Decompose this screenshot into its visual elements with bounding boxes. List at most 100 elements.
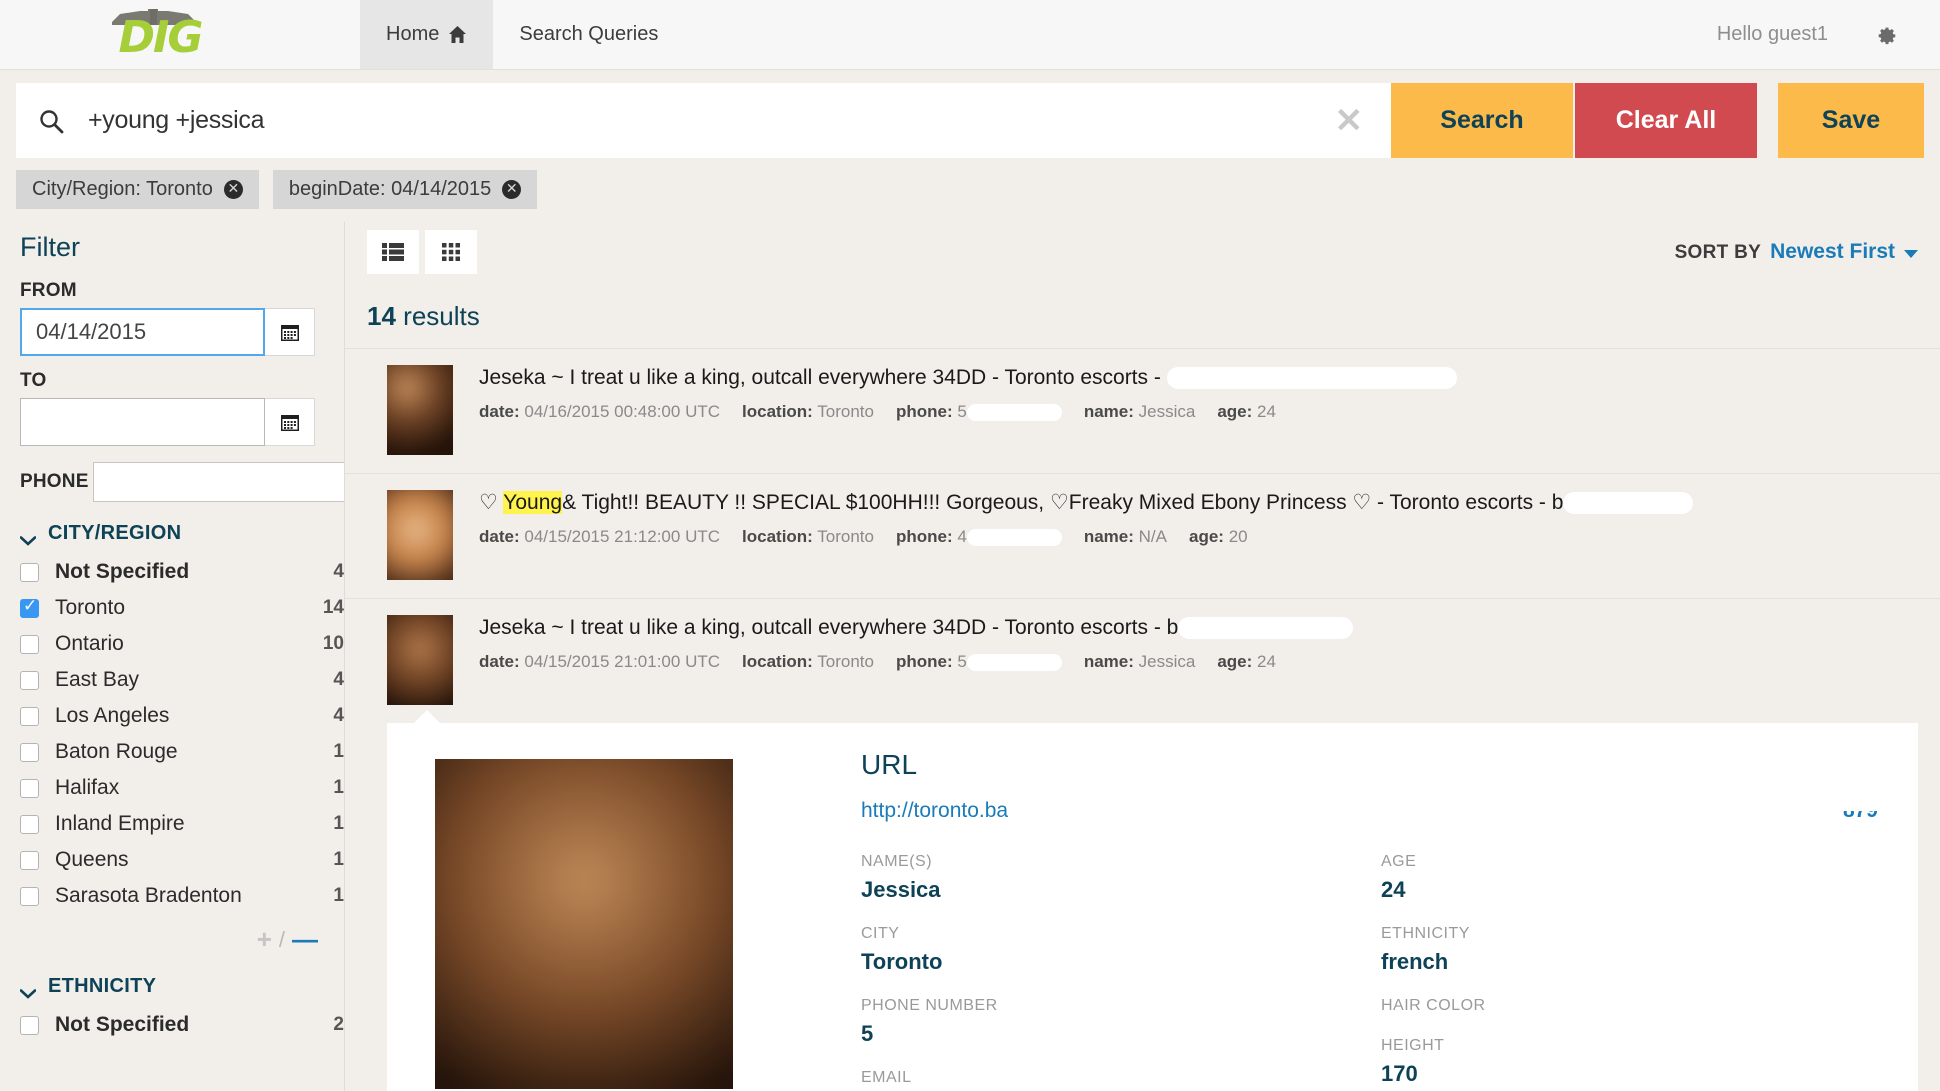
result-metadata: date: 04/15/2015 21:12:00 UTC location: …	[479, 527, 1918, 547]
filter-chip-city-region[interactable]: City/Region: Toronto ✕	[16, 170, 259, 209]
checkbox-icon[interactable]	[20, 778, 39, 798]
facet-item-ontario[interactable]: Ontario 10	[20, 626, 344, 662]
results-count-number: 14	[367, 301, 396, 331]
list-view-button[interactable]	[367, 230, 419, 274]
result-title-text: ♡	[479, 491, 504, 514]
detail-field-value: french	[1381, 949, 1449, 974]
facet-item-label: Ontario	[55, 632, 124, 655]
result-title-text: Jeseka ~ I treat u like a king, outcall …	[479, 366, 1167, 389]
result-title[interactable]: ♡ Young& Tight!! BEAUTY !! SPECIAL $100H…	[479, 490, 1918, 516]
detail-field-value: 170	[1381, 1061, 1418, 1086]
facet-item-ethnicity-not-specified[interactable]: Not Specified 2	[20, 1007, 344, 1043]
chevron-down-icon	[19, 529, 37, 546]
result-row[interactable]: ♡ Young& Tight!! BEAUTY !! SPECIAL $100H…	[345, 473, 1940, 598]
facet-item-label: Sarasota Bradenton	[55, 884, 242, 907]
checkbox-icon[interactable]	[20, 742, 39, 762]
result-phone-value: 5	[957, 652, 967, 672]
gear-icon[interactable]	[1874, 23, 1898, 47]
clear-icon[interactable]: ✕	[1329, 104, 1370, 138]
to-date-input[interactable]	[20, 398, 265, 446]
sort-by-value[interactable]: Newest First	[1770, 240, 1895, 264]
facet-item-count: 14	[322, 597, 344, 618]
grid-view-button[interactable]	[425, 230, 477, 274]
result-row[interactable]: Jeseka ~ I treat u like a king, outcall …	[345, 598, 1940, 723]
result-thumbnail[interactable]	[387, 365, 453, 455]
detail-field-value: Toronto	[861, 949, 943, 974]
nav-item-search-queries[interactable]: Search Queries	[493, 0, 684, 69]
facet-item-count: 2	[333, 1014, 344, 1035]
redacted-region	[1166, 367, 1457, 390]
show-less-icon[interactable]: —	[292, 924, 318, 955]
list-view-icon	[382, 243, 404, 261]
search-icon	[38, 108, 64, 134]
detail-right-column: AGE 24 ETHNICITY french HAIR COLOR HEIGH…	[1381, 853, 1901, 1091]
facet-item-halifax[interactable]: Halifax 1	[20, 770, 344, 806]
search-input-container[interactable]: ✕	[16, 83, 1391, 158]
result-title-highlight: Young	[503, 491, 563, 514]
facet-item-count: 1	[333, 777, 344, 798]
facet-item-count: 1	[333, 849, 344, 870]
facet-item-label: East Bay	[55, 668, 140, 691]
checkbox-icon[interactable]	[20, 596, 39, 618]
from-calendar-button[interactable]	[265, 308, 315, 356]
facet-header-ethnicity[interactable]: ETHNICITY	[19, 975, 344, 999]
nav-item-home[interactable]: Home	[360, 0, 494, 69]
facet-item-queens[interactable]: Queens 1	[20, 842, 344, 878]
facet-header-city-region[interactable]: CITY/REGION	[19, 522, 344, 546]
from-date-input[interactable]	[20, 308, 265, 356]
result-name-label: name:	[1083, 402, 1134, 422]
facet-item-inland-empire[interactable]: Inland Empire 1	[20, 806, 344, 842]
detail-field-city: CITY Toronto	[861, 925, 1381, 975]
facet-item-sarasota-bradenton[interactable]: Sarasota Bradenton 1	[20, 878, 344, 914]
search-button[interactable]: Search	[1391, 83, 1573, 158]
redacted-region	[966, 654, 1062, 672]
facet-item-east-bay[interactable]: East Bay 4	[20, 662, 344, 698]
checkbox-icon[interactable]	[20, 562, 39, 582]
calendar-icon	[280, 415, 299, 431]
facet-item-label: Halifax	[55, 776, 120, 799]
filter-chip-begin-date[interactable]: beginDate: 04/14/2015 ✕	[272, 170, 538, 209]
search-input[interactable]	[88, 106, 1329, 135]
to-calendar-button[interactable]	[265, 398, 315, 446]
facet-item-baton-rouge[interactable]: Baton Rouge 1	[20, 734, 344, 770]
results-count-word: results	[403, 301, 480, 331]
remove-chip-icon[interactable]: ✕	[502, 180, 522, 199]
redacted-region	[966, 529, 1062, 547]
save-button[interactable]: Save	[1778, 83, 1924, 158]
detail-field-key: EMAIL	[861, 1069, 912, 1086]
facet-item-count: 4	[333, 669, 344, 690]
result-location-label: location:	[742, 527, 813, 547]
result-title[interactable]: Jeseka ~ I treat u like a king, outcall …	[479, 365, 1918, 391]
checkbox-icon[interactable]	[20, 706, 39, 726]
result-age-value: 24	[1257, 402, 1276, 422]
checkbox-icon[interactable]	[20, 670, 39, 690]
remove-chip-icon[interactable]: ✕	[223, 180, 243, 199]
phone-filter-input[interactable]	[92, 462, 344, 502]
result-title-text: Jeseka ~ I treat u like a king, outcall …	[479, 616, 1179, 639]
filter-sidebar: Filter FROM TO	[0, 222, 345, 1091]
phone-filter-label: PHONE	[20, 471, 89, 492]
checkbox-icon[interactable]	[20, 886, 39, 906]
checkbox-icon[interactable]	[20, 634, 39, 654]
facet-item-toronto[interactable]: Toronto 14	[20, 590, 344, 626]
result-thumbnail[interactable]	[387, 615, 453, 705]
detail-image[interactable]	[435, 759, 733, 1089]
clear-all-button[interactable]: Clear All	[1575, 83, 1757, 158]
result-row[interactable]: Jeseka ~ I treat u like a king, outcall …	[345, 348, 1940, 473]
app-logo[interactable]: DIG	[0, 0, 360, 69]
facet-item-not-specified[interactable]: Not Specified 4	[20, 554, 344, 590]
checkbox-icon[interactable]	[20, 1015, 39, 1035]
detail-field-names: NAME(S) Jessica	[861, 853, 1381, 903]
checkbox-icon[interactable]	[20, 850, 39, 870]
detail-url-link[interactable]: http://toronto.ba 879	[861, 799, 1918, 827]
facet-item-los-angeles[interactable]: Los Angeles 4	[20, 698, 344, 734]
chevron-down-icon[interactable]	[1904, 250, 1918, 258]
result-thumbnail[interactable]	[387, 490, 453, 580]
facet-item-count: 1	[333, 813, 344, 834]
checkbox-icon[interactable]	[20, 814, 39, 834]
chevron-down-icon	[19, 982, 37, 999]
show-more-icon[interactable]: +	[257, 924, 272, 955]
detail-field-key: CITY	[861, 925, 900, 942]
result-title[interactable]: Jeseka ~ I treat u like a king, outcall …	[479, 615, 1918, 641]
result-phone-label: phone:	[895, 652, 953, 672]
